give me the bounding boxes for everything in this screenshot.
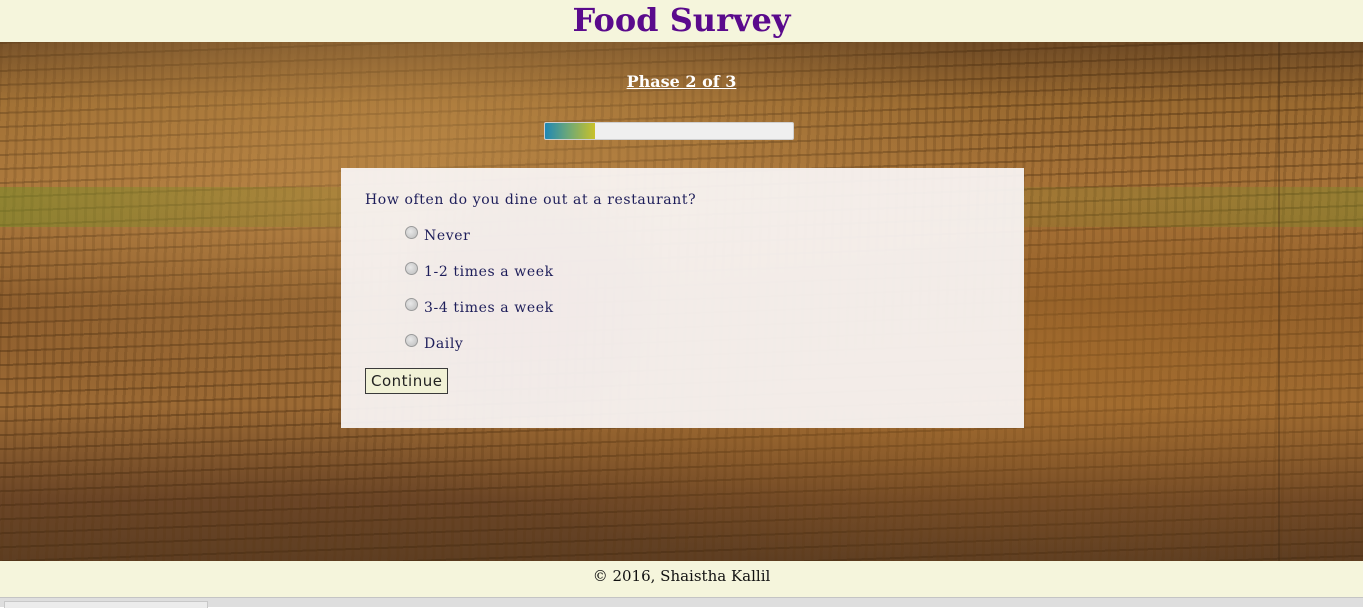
option-daily[interactable]: Daily <box>405 326 1000 362</box>
radio-button[interactable] <box>405 261 418 275</box>
background-image: Phase 2 of 3 How often do you dine out a… <box>0 42 1363 561</box>
option-label: 3-4 times a week <box>424 300 554 316</box>
survey-card: How often do you dine out at a restauran… <box>341 168 1024 428</box>
option-never[interactable]: Never <box>405 218 1000 254</box>
option-3-4-times-a-week[interactable]: 3-4 times a week <box>405 290 1000 326</box>
progress-bar <box>544 122 794 140</box>
phase-indicator: Phase 2 of 3 <box>626 72 737 91</box>
option-label: Daily <box>424 336 464 352</box>
question-text: How often do you dine out at a restauran… <box>365 192 697 208</box>
radio-button[interactable] <box>405 333 418 347</box>
option-label: Never <box>424 228 471 244</box>
page-header: Food Survey <box>0 0 1363 42</box>
footer-copyright: © 2016, Shaistha Kallil <box>0 561 1363 597</box>
radio-button[interactable] <box>405 225 418 239</box>
horizontal-scrollbar[interactable] <box>0 597 1363 608</box>
option-label: 1-2 times a week <box>424 264 554 280</box>
option-1-2-times-a-week[interactable]: 1-2 times a week <box>405 254 1000 290</box>
progress-fill <box>545 123 595 139</box>
answer-options: Never 1-2 times a week 3-4 times a week … <box>405 218 1000 362</box>
radio-button[interactable] <box>405 297 418 311</box>
page-title: Food Survey <box>572 1 791 39</box>
continue-button[interactable]: Continue <box>365 368 449 394</box>
